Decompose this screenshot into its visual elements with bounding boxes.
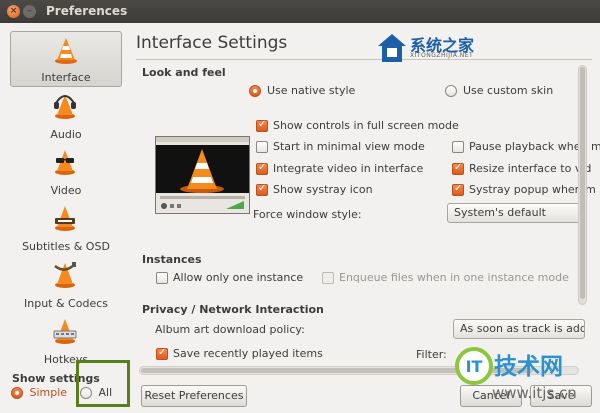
window-title: Preferences — [46, 4, 128, 18]
force-window-style-label: Force window style: — [253, 208, 362, 221]
sidebar-item-subtitles-osd[interactable]: Subtitles & OSD — [10, 199, 122, 255]
native-style-radio[interactable]: Use native style — [249, 84, 355, 97]
option-minimal-view[interactable]: Start in minimal view mode — [256, 140, 425, 153]
reset-preferences-button[interactable]: Reset Preferences — [141, 385, 247, 407]
option-integrate-video[interactable]: Integrate video in interface — [256, 162, 423, 175]
sidebar-item-audio[interactable]: Audio — [10, 87, 122, 143]
sidebar-item-label: Subtitles & OSD — [22, 240, 110, 253]
cone-subtitles-icon — [55, 206, 75, 231]
highlight-annotation-box — [76, 360, 130, 407]
cone-keyboard-icon — [53, 319, 77, 344]
vlc-preview-icon — [156, 137, 249, 213]
svg-text:IT: IT — [466, 357, 483, 376]
force-window-style-dropdown[interactable]: System's default — [447, 203, 585, 223]
section-privacy: Privacy / Network Interaction — [142, 303, 324, 316]
category-sidebar: Interface Audio Video Subtitles & OSD In… — [0, 23, 131, 413]
sidebar-item-label: Video — [50, 184, 82, 197]
checkbox-icon[interactable] — [256, 183, 268, 196]
option-systray-popup[interactable]: Systray popup when m — [452, 183, 596, 196]
cone-plug-icon — [54, 262, 76, 288]
native-style-preview-image — [155, 136, 250, 214]
sidebar-item-label: Audio — [50, 128, 82, 141]
vlc-cone-icon — [55, 38, 77, 64]
checkbox-icon[interactable] — [256, 119, 268, 132]
sidebar-item-video[interactable]: Video — [10, 143, 122, 199]
filter-label: Filter: — [416, 348, 447, 361]
radio-unselected-icon[interactable] — [445, 85, 457, 97]
album-art-label: Album art download policy: — [155, 323, 305, 336]
option-systray-icon[interactable]: Show systray icon — [256, 183, 373, 196]
custom-skin-radio[interactable]: Use custom skin — [445, 84, 553, 97]
cone-glasses-icon — [55, 150, 75, 175]
sidebar-item-label: Interface — [41, 71, 91, 84]
itjs-watermark-logo: IT 技术网 www.itjs.cn — [452, 344, 600, 413]
checkbox-icon[interactable] — [452, 162, 464, 175]
show-simple-radio[interactable]: Simple — [11, 386, 67, 399]
checkbox-icon[interactable] — [452, 183, 464, 196]
checkbox-icon[interactable] — [452, 141, 464, 153]
title-divider — [136, 59, 592, 60]
sidebar-item-interface[interactable]: Interface — [10, 31, 122, 87]
title-bar: × – Preferences — [0, 0, 600, 23]
checkbox-icon[interactable] — [156, 272, 168, 284]
minimize-window-button[interactable]: – — [23, 5, 36, 18]
scrollbar-thumb[interactable] — [580, 67, 585, 299]
house-logo-icon — [378, 34, 406, 62]
checkbox-icon[interactable] — [256, 162, 268, 175]
radio-selected-icon[interactable] — [11, 387, 23, 399]
album-art-dropdown[interactable]: As soon as track is added — [453, 319, 585, 339]
xitongzhijia-watermark-logo: 系统之家 XITONGZHIJIA.NET — [376, 30, 506, 70]
sidebar-item-label: Input & Codecs — [24, 297, 108, 310]
checkbox-icon[interactable] — [156, 347, 168, 360]
option-resize-interface[interactable]: Resize interface to vid — [452, 162, 591, 175]
sidebar-item-input-codecs[interactable]: Input & Codecs — [10, 256, 122, 312]
section-instances: Instances — [142, 253, 202, 266]
section-look-and-feel: Look and feel — [142, 66, 226, 79]
radio-selected-icon[interactable] — [249, 85, 261, 97]
option-save-recent[interactable]: Save recently played items — [156, 347, 323, 360]
option-one-instance[interactable]: Allow only one instance — [156, 271, 303, 284]
cone-headphones-icon — [54, 95, 76, 119]
option-fullscreen-controls[interactable]: Show controls in full screen mode — [256, 119, 459, 132]
it-badge-icon: IT — [455, 347, 493, 385]
checkbox-icon[interactable] — [256, 141, 268, 153]
page-title: Interface Settings — [136, 33, 288, 53]
checkbox-icon[interactable] — [322, 272, 334, 284]
close-window-button[interactable]: × — [7, 5, 20, 18]
vertical-scrollbar[interactable] — [578, 65, 587, 305]
option-enqueue-files[interactable]: Enqueue files when in one instance mode — [322, 271, 569, 284]
